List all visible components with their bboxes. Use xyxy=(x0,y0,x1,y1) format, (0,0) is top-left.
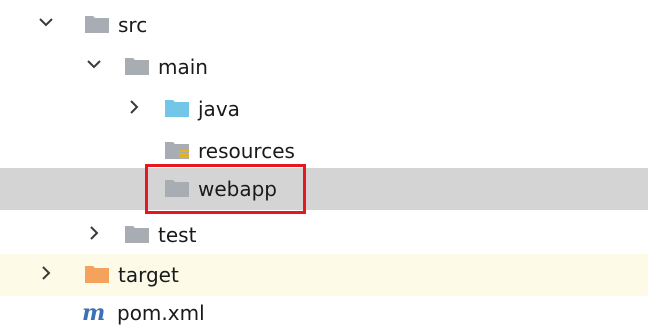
tree-node-label: target xyxy=(118,263,179,287)
tree-node-src[interactable]: src xyxy=(0,4,648,46)
tree-node-label: resources xyxy=(198,139,295,163)
tree-node-label: webapp xyxy=(198,177,278,201)
source-folder-icon xyxy=(164,98,190,118)
chevron-right-icon[interactable] xyxy=(36,262,56,288)
tree-node-label: test xyxy=(158,223,197,247)
chevron-right-icon[interactable] xyxy=(84,222,104,248)
tree-node-pom[interactable]: m pom.xml xyxy=(0,292,648,334)
folder-icon xyxy=(164,178,190,198)
resources-folder-icon xyxy=(164,140,190,160)
folder-icon xyxy=(84,14,110,34)
tree-node-target[interactable]: target xyxy=(0,254,648,296)
tree-node-java[interactable]: java xyxy=(0,88,648,130)
tree-node-label: pom.xml xyxy=(117,301,205,325)
tree-node-label: src xyxy=(118,13,148,37)
tree-node-label: main xyxy=(158,55,208,79)
tree-node-webapp[interactable]: webapp xyxy=(0,168,648,210)
chevron-down-icon[interactable] xyxy=(36,12,56,38)
folder-icon xyxy=(124,56,150,76)
excluded-folder-icon xyxy=(84,264,110,284)
tree-node-label: java xyxy=(198,97,240,121)
chevron-down-icon[interactable] xyxy=(84,54,104,80)
tree-node-resources[interactable]: resources xyxy=(0,130,648,172)
tree-node-test[interactable]: test xyxy=(0,214,648,256)
project-tree: src main java resources webapp test targ… xyxy=(0,0,648,332)
maven-icon: m xyxy=(82,300,106,326)
chevron-right-icon[interactable] xyxy=(124,96,144,122)
tree-node-main[interactable]: main xyxy=(0,46,648,88)
folder-icon xyxy=(124,224,150,244)
